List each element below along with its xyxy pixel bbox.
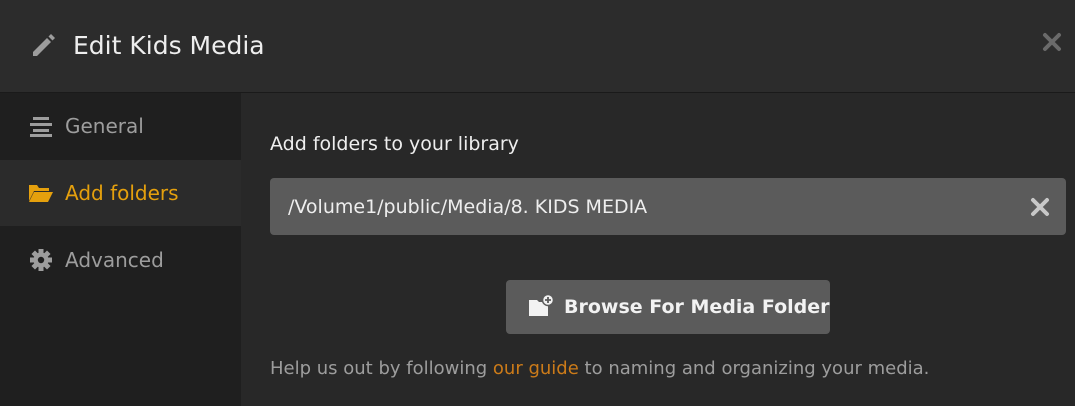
sidebar-item-general[interactable]: General (0, 93, 241, 159)
close-icon[interactable] (1040, 30, 1064, 54)
modal-title: Edit Kids Media (73, 31, 265, 60)
sidebar-item-label: General (65, 114, 144, 138)
guide-link[interactable]: our guide (493, 358, 579, 379)
pencil-icon (33, 34, 55, 56)
folder-open-icon (29, 185, 53, 202)
browse-media-folder-button[interactable]: Browse For Media Folder (506, 280, 830, 334)
add-folders-panel: Add folders to your library /Volume1/pub… (241, 93, 1075, 406)
sidebar-item-label: Add folders (65, 181, 179, 205)
gear-icon (30, 249, 52, 271)
folder-path-text: /Volume1/public/Media/8. KIDS MEDIA (288, 196, 648, 218)
sidebar-item-add-folders[interactable]: Add folders (0, 160, 241, 226)
help-text-prefix: Help us out by following (270, 358, 493, 379)
remove-x-icon[interactable] (1029, 196, 1051, 218)
folder-path-field: /Volume1/public/Media/8. KIDS MEDIA (270, 178, 1066, 235)
section-title: Add folders to your library (270, 133, 519, 155)
align-center-icon (30, 117, 52, 137)
folder-add-icon (529, 294, 554, 316)
help-text: Help us out by following our guide to na… (270, 356, 929, 382)
sidebar-item-label: Advanced (65, 248, 164, 272)
modal-header: Edit Kids Media (0, 0, 1075, 93)
sidebar-item-advanced[interactable]: Advanced (0, 227, 241, 293)
edit-library-modal: Edit Kids Media General Add folders Adva… (0, 0, 1075, 406)
help-text-suffix: to naming and organizing your media. (578, 358, 930, 379)
browse-button-label: Browse For Media Folder (564, 296, 830, 318)
sidebar: General Add folders Advanced (0, 93, 241, 406)
